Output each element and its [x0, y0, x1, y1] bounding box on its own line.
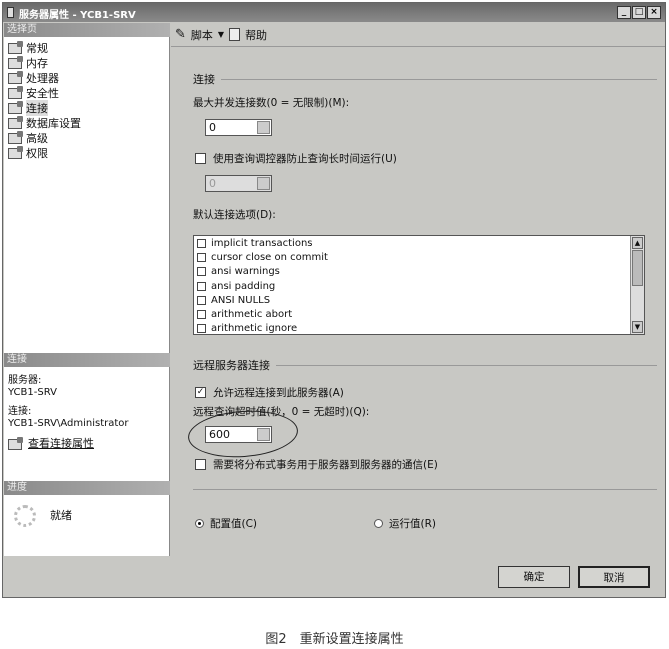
scroll-thumb[interactable] — [632, 250, 643, 286]
remote-server-group: 远程服务器连接 — [193, 357, 657, 373]
option-item[interactable]: implicit transactions — [194, 236, 644, 250]
default-options-list[interactable]: implicit transactions cursor close on com… — [193, 235, 645, 335]
server-label: 服务器: — [8, 375, 42, 386]
nav-item[interactable]: 连接 — [8, 100, 48, 116]
server-value: YCB1-SRV — [8, 387, 57, 398]
checkbox[interactable] — [197, 295, 206, 305]
divider — [193, 489, 657, 490]
page-icon — [8, 40, 23, 54]
query-governor-checkbox[interactable]: 使用查询调控器防止查询长时间运行(U) — [195, 151, 397, 166]
page-icon — [8, 55, 23, 69]
figure-caption: 图2 重新设置连接属性 — [265, 632, 404, 647]
ok-button[interactable]: 确定 — [498, 566, 570, 588]
chevron-down-icon[interactable]: ▼ — [218, 30, 224, 39]
title-bar: 服务器属性 - YCB1-SRV _ □ × — [3, 3, 665, 22]
page-icon — [8, 130, 23, 144]
option-item[interactable]: arithmetic ignore — [194, 322, 644, 334]
checkbox[interactable] — [197, 238, 206, 248]
page-icon — [8, 100, 23, 114]
default-options-label: 默认连接选项(D): — [193, 209, 276, 221]
scroll-down-icon[interactable]: ▼ — [632, 321, 643, 333]
option-item[interactable]: ANSI NULLS — [194, 293, 644, 307]
query-governor-input: 0 — [205, 175, 272, 192]
view-connection-properties-link[interactable]: 查看连接属性 — [28, 438, 94, 450]
page-icon — [8, 115, 23, 129]
checkbox[interactable]: ✓ — [195, 387, 206, 398]
option-item[interactable]: arithmetic abort — [194, 307, 644, 321]
progress-status: 就绪 — [50, 509, 72, 522]
checkbox[interactable] — [197, 324, 206, 334]
right-pane: ✎ 脚本 ▼ 帮助 连接 最大并发连接数(0 = 无限制)(M): 0 使用查询… — [171, 23, 665, 556]
server-icon — [7, 7, 14, 18]
nav-item[interactable]: 内存 — [8, 55, 48, 70]
help-button[interactable]: 帮助 — [245, 27, 267, 43]
checkbox[interactable] — [197, 267, 206, 277]
nav-item[interactable]: 常规 — [8, 40, 48, 55]
toolbar: ✎ 脚本 ▼ 帮助 — [171, 23, 665, 47]
config-value-radio[interactable]: 配置值(C) — [195, 516, 257, 531]
nav-item[interactable]: 处理器 — [8, 70, 59, 85]
connection-group-label: 连接 — [193, 73, 215, 86]
progress-header: 进度 — [4, 481, 170, 495]
remote-group-label: 远程服务器连接 — [193, 359, 270, 372]
option-item[interactable]: ansi padding — [194, 279, 644, 293]
checkbox[interactable] — [195, 153, 206, 164]
checkbox[interactable] — [197, 252, 206, 262]
max-connections-input[interactable]: 0 — [205, 119, 272, 136]
close-button[interactable]: × — [647, 6, 661, 19]
script-icon: ✎ — [175, 27, 186, 42]
help-icon — [229, 28, 241, 41]
script-button[interactable]: 脚本 — [191, 27, 213, 43]
nav-item[interactable]: 高级 — [8, 130, 48, 145]
minimize-button[interactable]: _ — [617, 6, 631, 19]
cancel-button[interactable]: 取消 — [578, 566, 650, 588]
option-item[interactable]: cursor close on commit — [194, 250, 644, 264]
checkbox[interactable] — [195, 459, 206, 470]
allow-remote-checkbox[interactable]: ✓ 允许远程连接到此服务器(A) — [195, 385, 344, 400]
server-properties-window: 服务器属性 - YCB1-SRV _ □ × 选择页 常规 内存 处理器 安全性 连接数… — [2, 2, 666, 598]
page-icon — [8, 145, 23, 159]
option-item[interactable]: ansi warnings — [194, 265, 644, 279]
running-value-radio[interactable]: 运行值(R) — [374, 516, 436, 531]
scroll-up-icon[interactable]: ▲ — [632, 237, 643, 249]
left-pane: 选择页 常规 内存 处理器 安全性 连接 数据库设置 高级 权限 连接 服务器: YCB1-S… — [4, 23, 170, 556]
checkbox[interactable] — [197, 310, 206, 320]
select-page-header: 选择页 — [4, 23, 170, 37]
nav-item[interactable]: 数据库设置 — [8, 115, 81, 130]
progress-spinner-icon — [14, 505, 36, 527]
checkbox[interactable] — [197, 281, 206, 291]
connection-value: YCB1-SRV\Administrator — [8, 418, 129, 429]
spinner-buttons[interactable] — [257, 121, 270, 134]
max-connections-label: 最大并发连接数(0 = 无限制)(M): — [193, 97, 350, 109]
nav-item[interactable]: 权限 — [8, 145, 48, 160]
scrollbar[interactable]: ▲ ▼ — [630, 236, 644, 334]
maximize-button[interactable]: □ — [632, 6, 646, 19]
connection-label: 连接: — [8, 406, 32, 417]
connection-header: 连接 — [4, 353, 170, 367]
window-title: 服务器属性 - YCB1-SRV — [19, 10, 136, 21]
connection-group: 连接 — [193, 71, 657, 87]
nav-item[interactable]: 安全性 — [8, 85, 59, 100]
distributed-transactions-checkbox[interactable]: 需要将分布式事务用于服务器到服务器的通信(E) — [195, 457, 438, 472]
properties-icon — [8, 436, 23, 450]
page-icon — [8, 85, 23, 99]
page-icon — [8, 70, 23, 84]
